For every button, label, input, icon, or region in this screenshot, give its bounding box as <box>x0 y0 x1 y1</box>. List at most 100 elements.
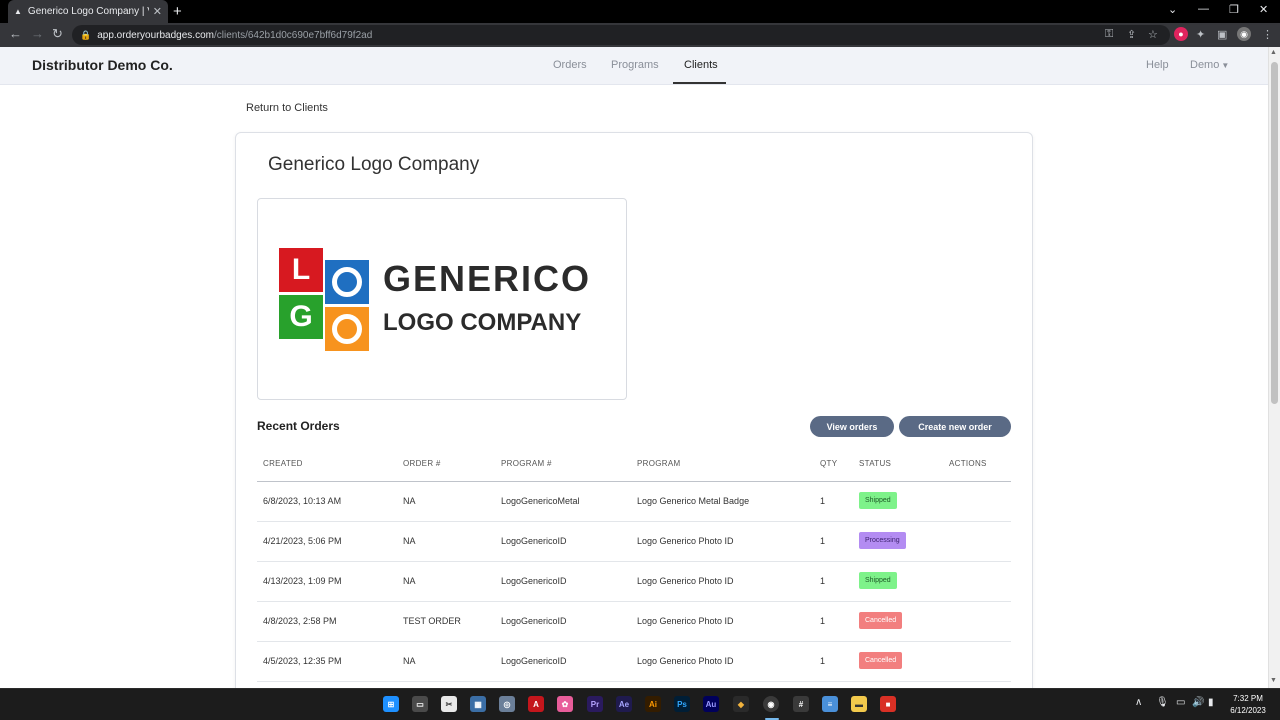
photos-icon[interactable]: ✿ <box>557 696 573 712</box>
cell-qty: 1 <box>820 576 826 586</box>
logo-ring-o2 <box>332 314 362 344</box>
create-order-button[interactable]: Create new order <box>899 416 1011 437</box>
notepad-icon[interactable]: ≡ <box>822 696 838 712</box>
cell-qty: 1 <box>820 656 826 666</box>
network-icon[interactable]: ▭ <box>1176 697 1185 708</box>
snipping-tool-icon[interactable]: ✂ <box>441 696 457 712</box>
reload-icon[interactable]: ↻ <box>52 26 63 42</box>
system-clock[interactable]: 7:32 PM 6/12/2023 <box>1226 693 1270 717</box>
logo-ring-o1 <box>332 267 362 297</box>
cell-program: Logo Generico Photo ID <box>637 536 734 546</box>
illustrator-icon[interactable]: Ai <box>645 696 661 712</box>
url-path: /clients/642b1d0c690e7bff6d79f2ad <box>213 29 373 41</box>
address-bar[interactable]: 🔒 app.orderyourbadges.com /clients/642b1… <box>72 25 1170 45</box>
file-explorer-icon[interactable]: ▬ <box>851 696 867 712</box>
nav-orders[interactable]: Orders <box>553 59 587 71</box>
after-effects-icon[interactable]: Ae <box>616 696 632 712</box>
user-menu-label: Demo <box>1190 59 1220 71</box>
logo-tile-l: L <box>279 248 323 292</box>
logo-tile-g: G <box>279 295 323 339</box>
windows-taskbar: ⊞ ▭ ✂ ▦ ◎ A ✿ Pr Ae Ai Ps Au ◆ ◉ # ≡ ▬ ■… <box>0 688 1280 720</box>
key-icon[interactable]: ⚿ <box>1105 28 1113 41</box>
table-row[interactable]: 6/8/2023, 10:13 AM NA LogoGenericoMetal Log… <box>257 482 1011 522</box>
maximize-icon[interactable]: ❐ <box>1229 3 1239 16</box>
brand-name[interactable]: Distributor Demo Co. <box>32 57 173 73</box>
table-row[interactable]: 4/21/2023, 5:06 PM NA LogoGenericoID Logo G… <box>257 522 1011 562</box>
back-icon[interactable]: ← <box>9 26 22 41</box>
profile-avatar-icon[interactable]: ◉ <box>1237 27 1251 41</box>
browser-tab-strip: ▲ Generico Logo Company | Vault ✕ + ⌄ — … <box>0 0 1280 23</box>
minimize-icon[interactable]: — <box>1198 3 1209 15</box>
acrobat-icon[interactable]: A <box>528 696 544 712</box>
tab-title: Generico Logo Company | Vault <box>27 6 149 17</box>
photoshop-icon[interactable]: Ps <box>674 696 690 712</box>
audition-icon[interactable]: Au <box>703 696 719 712</box>
cell-program-number: LogoGenericoID <box>501 616 567 626</box>
cell-program-number: LogoGenericoMetal <box>501 496 580 506</box>
close-tab-icon[interactable]: ✕ <box>153 5 162 18</box>
task-view-icon[interactable]: ▭ <box>412 696 428 712</box>
tray-overflow-icon[interactable]: ∧ <box>1135 697 1142 708</box>
col-status: STATUS <box>859 459 892 468</box>
cell-program-number: LogoGenericoID <box>501 536 567 546</box>
nav-clients[interactable]: Clients <box>684 59 718 71</box>
table-row[interactable]: 4/8/2023, 2:58 PM TEST ORDER LogoGenericoI… <box>257 602 1011 642</box>
logo-tile-o1 <box>325 260 369 304</box>
status-badge: Shipped <box>859 572 897 589</box>
puzzle-icon[interactable]: ✦ <box>1196 28 1205 41</box>
camera-icon[interactable]: ◎ <box>499 696 515 712</box>
chevron-down-icon[interactable]: ⌄ <box>1168 3 1177 16</box>
status-badge: Processing <box>859 532 906 549</box>
browser-toolbar: ← → ↻ 🔒 app.orderyourbadges.com /clients… <box>0 23 1280 47</box>
premiere-icon[interactable]: Pr <box>587 696 603 712</box>
user-menu[interactable]: Demo ▼ <box>1190 59 1229 71</box>
col-created: CREATED <box>263 459 303 468</box>
logo-word-generico: GENERICO <box>383 258 592 299</box>
view-orders-button[interactable]: View orders <box>810 416 894 437</box>
scroll-up-icon[interactable]: ▲ <box>1270 49 1277 56</box>
nav-programs[interactable]: Programs <box>611 59 659 71</box>
table-row[interactable]: 4/13/2023, 1:09 PM NA LogoGenericoID Logo G… <box>257 562 1011 602</box>
lock-icon: 🔒 <box>80 29 92 40</box>
calculator-icon[interactable]: ▦ <box>470 696 486 712</box>
scrollbar-thumb[interactable] <box>1271 62 1278 404</box>
cell-order-number: NA <box>403 496 416 506</box>
cell-program: Logo Generico Metal Badge <box>637 496 750 506</box>
recent-orders-heading: Recent Orders <box>257 419 340 433</box>
sidepanel-icon[interactable]: ▣ <box>1217 28 1227 41</box>
battery-icon[interactable]: ▮ <box>1208 697 1214 708</box>
app-icon[interactable]: ◆ <box>733 696 749 712</box>
cell-qty: 1 <box>820 536 826 546</box>
video-recorder-icon[interactable]: ■ <box>880 696 896 712</box>
share-icon[interactable]: ⇪ <box>1127 28 1136 41</box>
slack-icon[interactable]: # <box>793 696 809 712</box>
nav-help[interactable]: Help <box>1146 59 1169 71</box>
cell-created: 6/8/2023, 10:13 AM <box>263 496 342 506</box>
volume-icon[interactable]: 🔊 <box>1192 697 1204 708</box>
col-order-number: ORDER # <box>403 459 441 468</box>
cell-order-number: NA <box>403 576 416 586</box>
col-actions: ACTIONS <box>949 459 987 468</box>
close-window-icon[interactable]: ✕ <box>1259 3 1268 16</box>
chrome-icon[interactable]: ◉ <box>763 696 779 712</box>
more-menu-icon[interactable]: ⋮ <box>1262 28 1273 41</box>
forward-icon[interactable]: → <box>31 26 44 41</box>
cell-created: 4/21/2023, 5:06 PM <box>263 536 342 546</box>
return-to-clients-link[interactable]: Return to Clients <box>246 102 328 114</box>
start-icon[interactable]: ⊞ <box>383 696 399 712</box>
microphone-icon[interactable]: 🎙 <box>1156 697 1169 708</box>
clock-date: 6/12/2023 <box>1230 706 1266 715</box>
new-tab-icon[interactable]: + <box>173 3 182 20</box>
cell-program: Logo Generico Photo ID <box>637 616 734 626</box>
star-icon[interactable]: ☆ <box>1148 28 1158 41</box>
extension-icon[interactable]: ● <box>1174 27 1188 41</box>
browser-tab[interactable]: ▲ Generico Logo Company | Vault ✕ <box>8 0 168 23</box>
cell-qty: 1 <box>820 496 826 506</box>
cell-created: 4/8/2023, 2:58 PM <box>263 616 337 626</box>
cell-created: 4/5/2023, 12:35 PM <box>263 656 342 666</box>
scroll-down-icon[interactable]: ▼ <box>1270 677 1277 684</box>
col-qty: QTY <box>820 459 838 468</box>
table-row[interactable]: 4/5/2023, 12:35 PM NA LogoGenericoID Logo G… <box>257 642 1011 682</box>
url-domain: app.orderyourbadges.com <box>97 29 214 41</box>
col-program: PROGRAM <box>637 459 681 468</box>
